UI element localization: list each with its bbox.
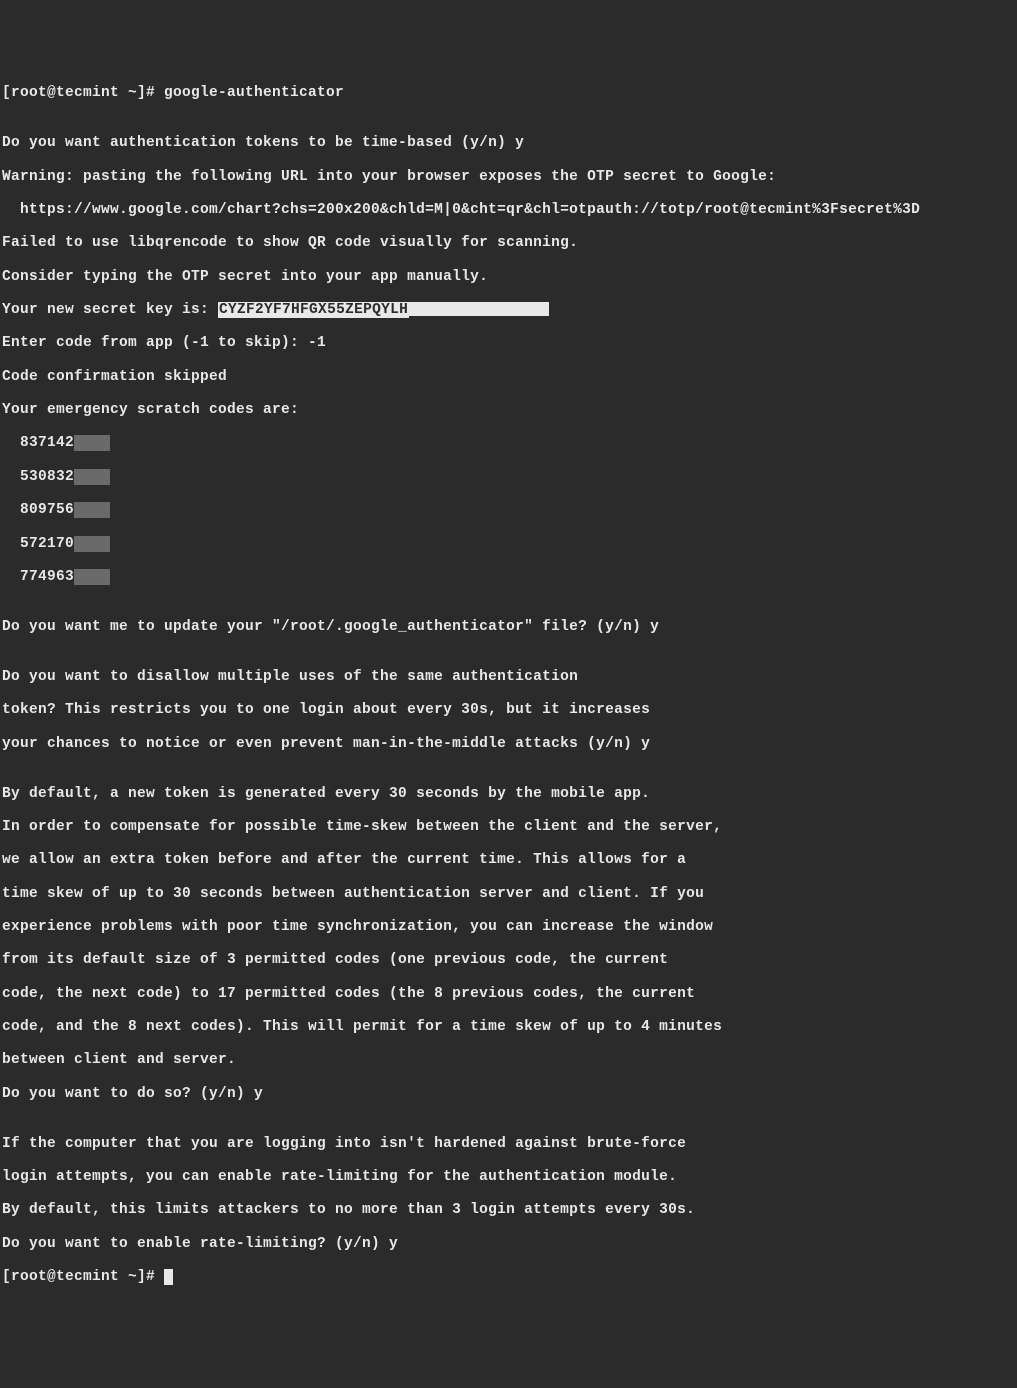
prompt-text: [root@tecmint ~]#: [2, 1269, 164, 1285]
scratch-code-3: 809756: [2, 502, 1015, 519]
url-line: https://www.google.com/chart?chs=200x200…: [2, 202, 1015, 219]
prompt-line-2: [root@tecmint ~]#: [2, 1269, 1015, 1286]
prompt-line: [root@tecmint ~]# google-authenticator: [2, 85, 1015, 102]
enter-code-line: Enter code from app (-1 to skip): -1: [2, 335, 1015, 352]
para-timeskew-g: code, the next code) to 17 permitted cod…: [2, 986, 1015, 1003]
para-timeskew-a: By default, a new token is generated eve…: [2, 786, 1015, 803]
question-disallow-a: Do you want to disallow multiple uses of…: [2, 669, 1015, 686]
consider-line: Consider typing the OTP secret into your…: [2, 269, 1015, 286]
para-ratelimit-b: login attempts, you can enable rate-limi…: [2, 1169, 1015, 1186]
fail-line: Failed to use libqrencode to show QR cod…: [2, 235, 1015, 252]
para-timeskew-b: In order to compensate for possible time…: [2, 819, 1015, 836]
question-time-based: Do you want authentication tokens to be …: [2, 135, 1015, 152]
scratch-code-5: 774963: [2, 569, 1015, 586]
code-text: 774963: [2, 569, 74, 585]
code-text: 809756: [2, 502, 74, 518]
secret-label: Your new secret key is:: [2, 302, 218, 318]
para-timeskew-d: time skew of up to 30 seconds between au…: [2, 886, 1015, 903]
skipped-line: Code confirmation skipped: [2, 369, 1015, 386]
code-text: 572170: [2, 536, 74, 552]
cursor-block: [164, 1269, 173, 1285]
para-timeskew-i: between client and server.: [2, 1052, 1015, 1069]
censored-block: [74, 435, 110, 451]
censored-block: [74, 536, 110, 552]
secret-key-highlight: CYZF2YF7HFGX55ZEPQYLH: [218, 302, 409, 318]
censored-block: [74, 569, 110, 585]
censored-block: [74, 469, 110, 485]
question-update-file: Do you want me to update your "/root/.go…: [2, 619, 1015, 636]
question-timeskew: Do you want to do so? (y/n) y: [2, 1086, 1015, 1103]
para-timeskew-c: we allow an extra token before and after…: [2, 852, 1015, 869]
para-timeskew-h: code, and the 8 next codes). This will p…: [2, 1019, 1015, 1036]
warning-line: Warning: pasting the following URL into …: [2, 169, 1015, 186]
code-text: 530832: [2, 469, 74, 485]
question-disallow-c: your chances to notice or even prevent m…: [2, 736, 1015, 753]
codes-label-line: Your emergency scratch codes are:: [2, 402, 1015, 419]
para-ratelimit-c: By default, this limits attackers to no …: [2, 1202, 1015, 1219]
scratch-code-4: 572170: [2, 536, 1015, 553]
secret-line: Your new secret key is: CYZF2YF7HFGX55ZE…: [2, 302, 1015, 319]
scratch-code-1: 837142: [2, 435, 1015, 452]
question-ratelimit: Do you want to enable rate-limiting? (y/…: [2, 1236, 1015, 1253]
para-ratelimit-a: If the computer that you are logging int…: [2, 1136, 1015, 1153]
terminal-window[interactable]: [root@tecmint ~]# google-authenticator D…: [2, 69, 1015, 1303]
censored-block: [409, 302, 549, 316]
censored-block: [74, 502, 110, 518]
para-timeskew-f: from its default size of 3 permitted cod…: [2, 952, 1015, 969]
para-timeskew-e: experience problems with poor time synch…: [2, 919, 1015, 936]
scratch-code-2: 530832: [2, 469, 1015, 486]
code-text: 837142: [2, 435, 74, 451]
